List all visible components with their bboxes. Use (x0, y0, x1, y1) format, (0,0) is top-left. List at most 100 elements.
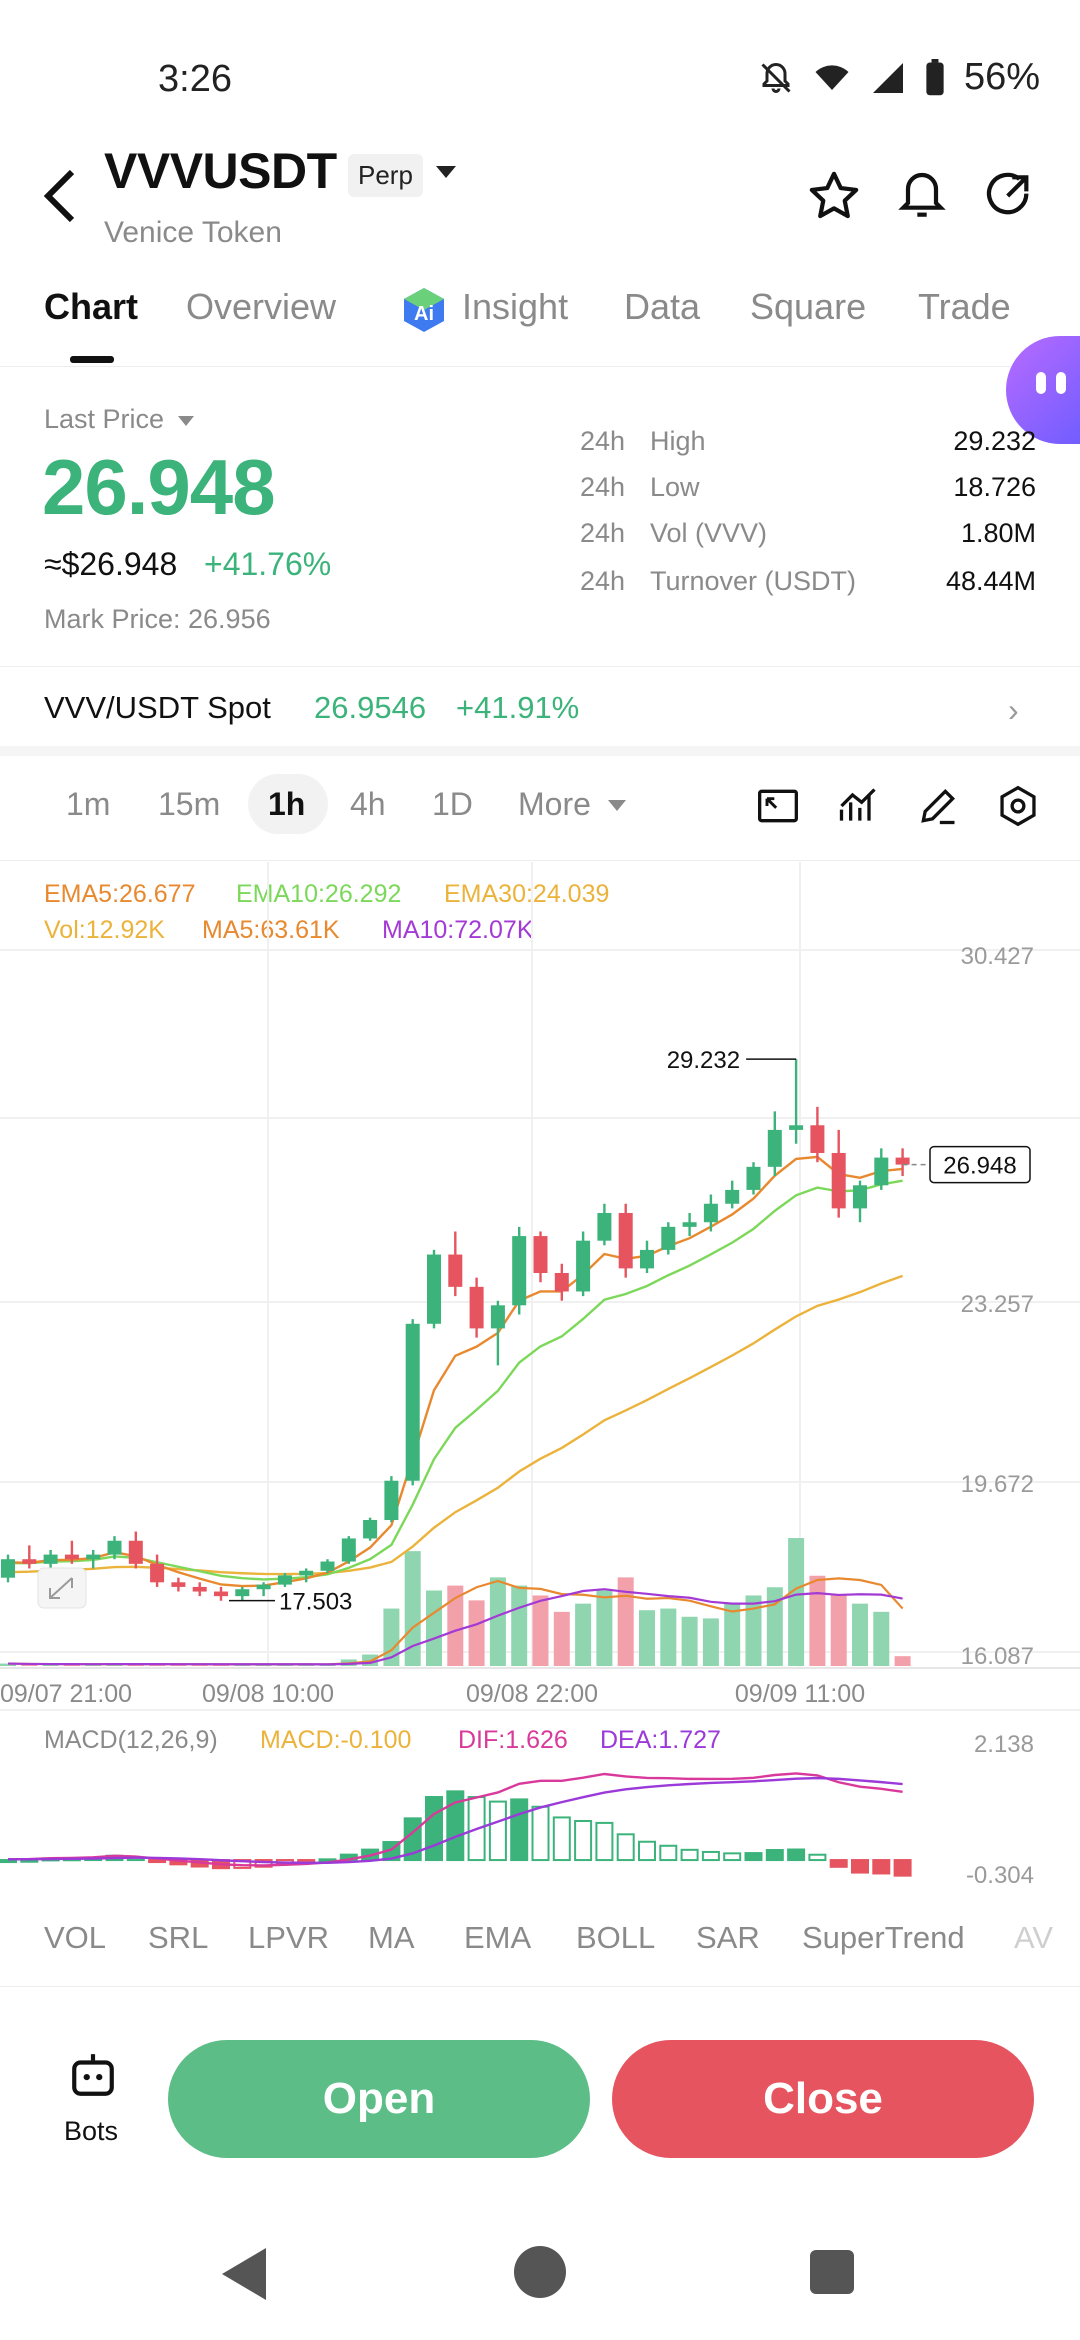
share-icon[interactable] (982, 168, 1038, 224)
tab-square[interactable]: Square (750, 286, 866, 328)
x-axis-label: 09/09 11:00 (735, 1680, 865, 1708)
volume-bar (681, 1616, 698, 1666)
signal-icon (872, 62, 903, 93)
candle-body (363, 1519, 378, 1539)
tab-chart[interactable]: Chart (44, 286, 138, 328)
indicator-supertrend[interactable]: SuperTrend (802, 1920, 965, 1956)
indicator-sar[interactable]: SAR (696, 1920, 760, 1956)
spot-label[interactable]: VVV/USDT Spot (44, 690, 271, 726)
interval-4h[interactable]: 4h (350, 786, 386, 823)
indicator-boll[interactable]: BOLL (576, 1920, 655, 1956)
candle-body (895, 1157, 910, 1165)
volume-bar (894, 1656, 911, 1666)
candle-body (661, 1226, 676, 1250)
symbol-subtitle: Venice Token (104, 216, 282, 249)
close-button[interactable]: Close (612, 2040, 1034, 2158)
interval-1h[interactable]: 1h (268, 786, 305, 823)
tab-insight-icon-wrap[interactable]: Ai (400, 286, 448, 335)
robot-icon[interactable] (68, 2050, 118, 2100)
chevron-right-icon[interactable]: › (1008, 692, 1019, 729)
candle-body (43, 1554, 58, 1564)
candle-body (299, 1570, 314, 1576)
status-icons: 56% (758, 56, 1040, 99)
tab-data[interactable]: Data (624, 286, 700, 328)
settings-icon[interactable] (996, 784, 1040, 828)
macd-axis-label: -0.304 (966, 1862, 1034, 1889)
candle-body (469, 1286, 484, 1329)
volume-bar (596, 1590, 613, 1666)
symbol-dropdown-icon[interactable] (436, 166, 456, 178)
star-icon[interactable] (806, 168, 862, 224)
last-price-dropdown-icon[interactable] (178, 416, 194, 426)
tab-bar: Chart Overview Ai Insight Data Square Tr… (44, 286, 1080, 336)
ema30-line (7, 1274, 904, 1576)
indicator-icon[interactable] (836, 784, 880, 828)
price-change-pct: +41.76% (204, 546, 332, 582)
tab-insight[interactable]: Insight (462, 286, 568, 328)
volume-bar (809, 1575, 826, 1666)
indicator-srl[interactable]: SRL (148, 1920, 208, 1956)
back-icon[interactable] (40, 168, 80, 224)
interval-15m[interactable]: 15m (158, 786, 220, 823)
perp-badge[interactable]: Perp (348, 154, 423, 197)
y-axis-label: 23.257 (961, 1291, 1034, 1318)
macd-histogram-bar (680, 1848, 699, 1862)
candle-body (789, 1125, 804, 1130)
candle-body (682, 1222, 697, 1227)
nav-back-icon[interactable] (222, 2248, 266, 2300)
candle-body (214, 1591, 228, 1597)
interval-more[interactable]: More (518, 786, 591, 823)
candle-body (384, 1480, 399, 1520)
volume-bar (745, 1595, 762, 1666)
battery-icon (926, 58, 944, 95)
notifications-off-icon (761, 62, 791, 93)
candle-body (107, 1540, 122, 1555)
macd-axis-label: 2.138 (974, 1731, 1034, 1758)
candle-body (512, 1236, 527, 1306)
x-axis-label: 09/08 22:00 (466, 1680, 598, 1708)
divider (0, 1986, 1080, 1987)
volume-bar (788, 1538, 805, 1666)
last-price-label[interactable]: Last Price (44, 404, 164, 435)
candle-body (576, 1240, 591, 1292)
nav-home-icon[interactable] (514, 2246, 566, 2298)
chevron-down-icon[interactable] (608, 800, 626, 811)
candle-body (427, 1254, 441, 1324)
indicator-ema[interactable]: EMA (464, 1920, 531, 1956)
indicator-av[interactable]: AV (1014, 1920, 1080, 1956)
volume-bar (489, 1577, 506, 1666)
candle-body (554, 1273, 569, 1292)
tab-overview[interactable]: Overview (186, 286, 336, 328)
x-axis-label: 09/08 10:00 (202, 1680, 334, 1708)
bell-icon[interactable] (894, 168, 950, 224)
candle-body (490, 1305, 505, 1329)
candle-body (746, 1166, 761, 1190)
macd-legend-dea: DEA:1.727 (600, 1726, 721, 1754)
stat-high: 24h High 29.232 (580, 426, 1036, 456)
macd-histogram-bar (893, 1859, 912, 1877)
interval-1m[interactable]: 1m (66, 786, 110, 823)
indicator-vol[interactable]: VOL (44, 1920, 106, 1956)
draw-pencil-icon[interactable] (916, 784, 960, 828)
volume-bar (553, 1611, 570, 1666)
tab-trade[interactable]: Trade (918, 286, 1011, 328)
open-button[interactable]: Open (168, 2040, 590, 2158)
macd-histogram-bar (574, 1819, 593, 1862)
stat-turnover: 24h Turnover (USDT) 48.44M (580, 566, 1036, 596)
volume-bar (873, 1611, 890, 1666)
macd-histogram-bar (616, 1833, 635, 1862)
symbol-title[interactable]: VVVUSDT (104, 142, 337, 200)
indicator-lpvr[interactable]: LPVR (248, 1920, 329, 1956)
candle-body (810, 1125, 825, 1153)
candle-body (171, 1582, 186, 1587)
fullscreen-icon[interactable] (756, 784, 800, 828)
macd-histogram-bar (531, 1805, 550, 1862)
bots-label[interactable]: Bots (64, 2116, 118, 2147)
nav-recents-icon[interactable] (810, 2250, 854, 2294)
macd-histogram-bar (552, 1816, 571, 1862)
volume-bar (660, 1608, 677, 1666)
indicator-ma[interactable]: MA (368, 1920, 415, 1956)
divider (0, 666, 1080, 667)
interval-1d[interactable]: 1D (432, 786, 473, 823)
high-label: 29.232 (667, 1047, 740, 1074)
